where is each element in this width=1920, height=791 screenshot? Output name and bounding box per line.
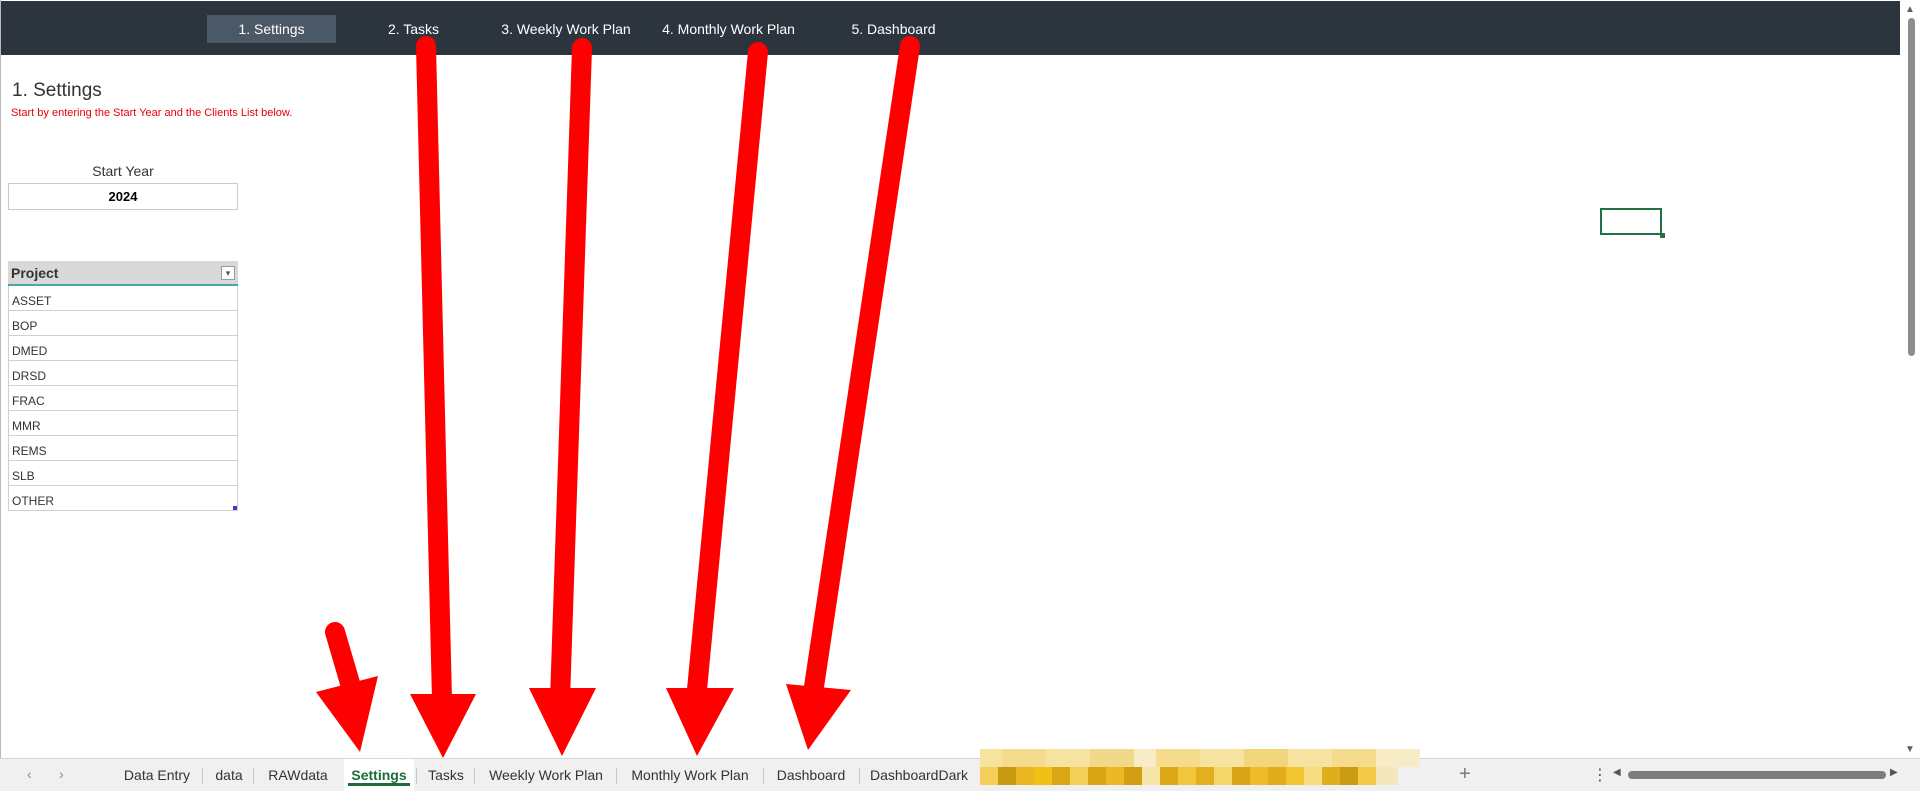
project-column-header[interactable]: Project ▾ xyxy=(8,261,238,286)
start-year-input-cell[interactable]: 2024 xyxy=(8,183,238,210)
scroll-right-icon[interactable]: ▶ xyxy=(1890,767,1898,778)
sheet-tab-settings[interactable]: Settings xyxy=(344,759,414,791)
start-year-label: Start Year xyxy=(92,163,154,179)
tab-separator xyxy=(474,768,475,784)
vertical-scroll-thumb[interactable] xyxy=(1908,18,1915,356)
tab-separator xyxy=(859,768,860,784)
sheet-tab-weekly-work-plan[interactable]: Weekly Work Plan xyxy=(479,759,613,791)
project-row[interactable]: REMS xyxy=(8,436,238,461)
nav-button-dashboard[interactable]: 5. Dashboard xyxy=(841,15,946,43)
add-sheet-icon[interactable]: + xyxy=(1459,763,1471,786)
pixelated-redacted-tabs xyxy=(980,749,1420,785)
project-row[interactable]: MMR xyxy=(8,411,238,436)
tab-separator xyxy=(253,768,254,784)
sheet-tab-dashboard[interactable]: Dashboard xyxy=(768,759,854,791)
arrow-to-weekly-tab xyxy=(550,38,592,710)
project-row[interactable]: SLB xyxy=(8,461,238,486)
scroll-down-icon[interactable]: ▼ xyxy=(1904,744,1916,755)
table-resize-handle[interactable] xyxy=(233,506,237,510)
project-row-label: OTHER xyxy=(12,494,54,508)
tab-scroll-right-icon[interactable]: › xyxy=(59,766,64,782)
nav-button-settings[interactable]: 1. Settings xyxy=(207,15,336,43)
fill-handle[interactable] xyxy=(1660,233,1665,238)
tab-separator xyxy=(416,768,417,784)
project-row[interactable]: OTHER xyxy=(8,486,238,511)
arrowhead-weekly xyxy=(529,688,596,756)
nav-button-tasks[interactable]: 2. Tasks xyxy=(371,15,456,43)
arrowhead-settings xyxy=(316,676,378,752)
nav-button-monthly-work-plan[interactable]: 4. Monthly Work Plan xyxy=(656,15,801,43)
nav-button-weekly-work-plan[interactable]: 3. Weekly Work Plan xyxy=(496,15,636,43)
active-tab-indicator xyxy=(348,783,410,786)
filter-dropdown-icon[interactable]: ▾ xyxy=(221,266,235,280)
instruction-hint: Start by entering the Start Year and the… xyxy=(11,107,293,119)
sheet-tab-monthly-work-plan[interactable]: Monthly Work Plan xyxy=(621,759,759,791)
selected-cell[interactable] xyxy=(1600,208,1662,235)
project-row[interactable]: DMED xyxy=(8,336,238,361)
arrowhead-tasks xyxy=(410,694,476,758)
project-row[interactable]: DRSD xyxy=(8,361,238,386)
tab-separator xyxy=(616,768,617,784)
sheet-tab-data-entry[interactable]: Data Entry xyxy=(114,759,200,791)
sheet-tab-bar: ‹ › Data Entry data RAWdata Settings Tas… xyxy=(0,758,1920,791)
sheet-tab-data[interactable]: data xyxy=(207,759,251,791)
arrow-to-settings-tab xyxy=(325,622,362,700)
vertical-scrollbar[interactable]: ▲ ▼ xyxy=(1900,0,1920,758)
scroll-left-icon[interactable]: ◀ xyxy=(1613,767,1621,778)
page-title: 1. Settings xyxy=(12,80,102,101)
horizontal-scroll-thumb[interactable] xyxy=(1628,771,1886,779)
project-row[interactable]: FRAC xyxy=(8,386,238,411)
scroll-up-icon[interactable]: ▲ xyxy=(1904,4,1916,15)
project-row[interactable]: BOP xyxy=(8,311,238,336)
window-border xyxy=(0,0,1,790)
tab-scroll-left-icon[interactable]: ‹ xyxy=(27,766,32,782)
sheet-tab-tasks[interactable]: Tasks xyxy=(421,759,471,791)
project-row[interactable]: ASSET xyxy=(8,286,238,311)
project-table: Project ▾ ASSET BOP DMED DRSD FRAC MMR R… xyxy=(8,261,238,511)
tab-separator xyxy=(202,768,203,784)
sheet-tab-dashboarddark[interactable]: DashboardDark xyxy=(864,759,974,791)
top-navigation-bar: 1. Settings 2. Tasks 3. Weekly Work Plan… xyxy=(1,1,1900,55)
tab-separator xyxy=(763,768,764,784)
arrow-to-dashboard-tab xyxy=(802,36,920,710)
arrowhead-monthly xyxy=(666,688,734,756)
project-header-label: Project xyxy=(11,265,59,281)
arrow-to-monthly-tab xyxy=(686,42,768,710)
sheet-tab-settings-label: Settings xyxy=(351,767,407,783)
arrow-to-tasks-tab xyxy=(416,36,452,710)
sheet-tab-rawdata[interactable]: RAWdata xyxy=(258,759,338,791)
arrowhead-dashboard xyxy=(786,684,851,750)
more-options-icon[interactable]: ⋮ xyxy=(1592,765,1608,785)
